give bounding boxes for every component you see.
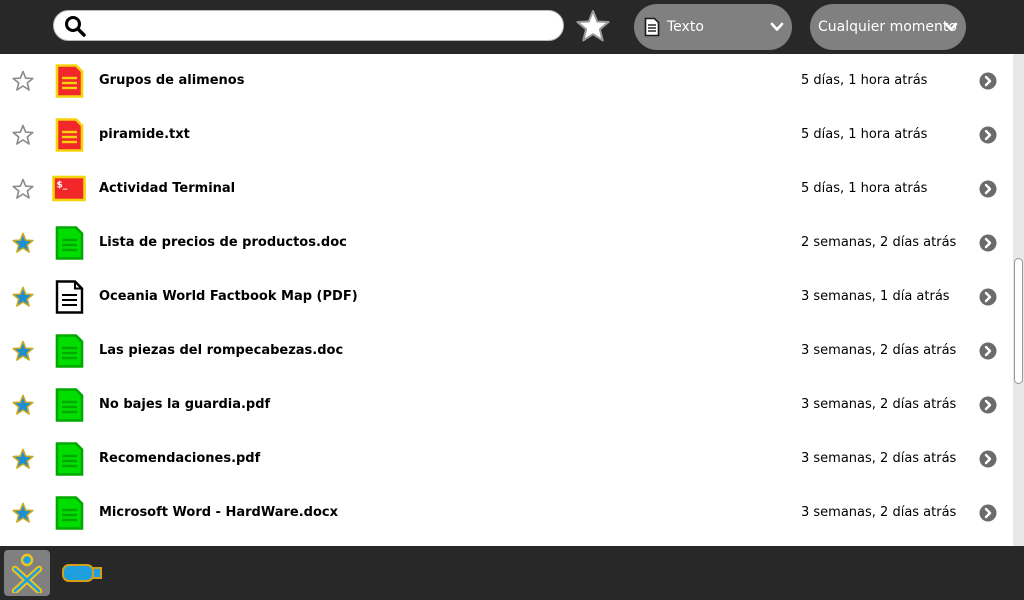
journal-entry-row[interactable]: No bajes la guardia.pdf 3 semanas, 2 días… [0, 378, 1013, 432]
journal-entry-row[interactable]: $_ Actividad Terminal 5 días, 1 hora atrás [0, 162, 1013, 216]
favorite-star-icon[interactable] [12, 502, 34, 524]
journal-entry-row[interactable]: Las piezas del rompecabezas.doc 3 semanas… [0, 324, 1013, 378]
document-outline-icon[interactable] [52, 280, 86, 314]
time-filter-dropdown[interactable]: Cualquier momento [810, 4, 966, 50]
search-icon [65, 16, 86, 37]
entry-date: 5 días, 1 hora atrás [801, 181, 928, 196]
details-arrow-icon[interactable] [979, 72, 997, 90]
xo-icon [11, 553, 43, 593]
details-arrow-icon[interactable] [979, 126, 997, 144]
entry-date: 3 semanas, 2 días atrás [801, 451, 957, 466]
favorite-star-icon[interactable] [12, 70, 34, 92]
favorite-star-icon[interactable] [12, 448, 34, 470]
entry-title[interactable]: Recomendaciones.pdf [99, 450, 260, 468]
entry-title[interactable]: Actividad Terminal [99, 180, 235, 198]
journal-owner-button[interactable] [4, 550, 50, 596]
journal-entry-list: Grupos de alimenos 5 días, 1 hora atrás pi… [0, 54, 1013, 546]
details-arrow-icon[interactable] [979, 504, 997, 522]
text-document-icon[interactable] [52, 496, 86, 530]
entry-date: 3 semanas, 2 días atrás [801, 397, 957, 412]
text-document-icon[interactable] [52, 64, 86, 98]
journal-entry-row[interactable]: Lista de precios de productos.doc 2 seman… [0, 216, 1013, 270]
scrollbar-thumb[interactable] [1014, 258, 1023, 384]
favorite-star-icon[interactable] [12, 178, 34, 200]
favorite-star-icon[interactable] [12, 340, 34, 362]
time-filter-label: Cualquier momento [818, 19, 957, 35]
entry-title[interactable]: Las piezas del rompecabezas.doc [99, 342, 343, 360]
details-arrow-icon[interactable] [979, 288, 997, 306]
text-document-icon[interactable] [52, 388, 86, 422]
chevron-down-icon [944, 22, 958, 31]
search-input[interactable] [92, 14, 552, 36]
favorite-star-icon[interactable] [12, 124, 34, 146]
usb-drive-icon[interactable] [61, 563, 103, 583]
type-filter-dropdown[interactable]: Texto [634, 4, 792, 50]
details-arrow-icon[interactable] [979, 180, 997, 198]
text-document-icon[interactable] [52, 226, 86, 260]
favorite-star-icon[interactable] [12, 394, 34, 416]
entry-title[interactable]: Oceania World Factbook Map (PDF) [99, 288, 358, 306]
entry-title[interactable]: Lista de precios de productos.doc [99, 234, 347, 252]
entry-title[interactable]: No bajes la guardia.pdf [99, 396, 270, 414]
details-arrow-icon[interactable] [979, 342, 997, 360]
journal-entry-row[interactable]: Grupos de alimenos 5 días, 1 hora atrás [0, 54, 1013, 108]
entry-title[interactable]: Grupos de alimenos [99, 72, 244, 90]
favorite-star-icon[interactable] [12, 286, 34, 308]
favorites-filter-star-icon[interactable] [575, 9, 611, 45]
entry-date: 3 semanas, 1 día atrás [801, 289, 950, 304]
entry-date: 5 días, 1 hora atrás [801, 127, 928, 142]
journal-toolbar: Texto Cualquier momento [0, 0, 1024, 54]
details-arrow-icon[interactable] [979, 450, 997, 468]
chevron-down-icon [770, 22, 784, 31]
entry-title[interactable]: piramide.txt [99, 126, 190, 144]
entry-title[interactable]: Microsoft Word - HardWare.docx [99, 504, 338, 522]
text-document-icon[interactable] [52, 334, 86, 368]
type-filter-label: Texto [667, 19, 704, 35]
journal-entry-row[interactable]: Oceania World Factbook Map (PDF) 3 semana… [0, 270, 1013, 324]
document-icon [644, 17, 660, 37]
favorite-star-icon[interactable] [12, 232, 34, 254]
journal-entry-row[interactable]: piramide.txt 5 días, 1 hora atrás [0, 108, 1013, 162]
entry-date: 2 semanas, 2 días atrás [801, 235, 957, 250]
text-document-icon[interactable] [52, 442, 86, 476]
entry-date: 5 días, 1 hora atrás [801, 73, 928, 88]
journal-entry-row[interactable]: Microsoft Word - HardWare.docx 3 semanas,… [0, 486, 1013, 540]
entry-date: 3 semanas, 2 días atrás [801, 343, 957, 358]
details-arrow-icon[interactable] [979, 234, 997, 252]
svg-text:$_: $_ [57, 181, 68, 191]
entry-date: 3 semanas, 2 días atrás [801, 505, 957, 520]
details-arrow-icon[interactable] [979, 396, 997, 414]
text-document-icon[interactable] [52, 118, 86, 152]
bottom-frame [0, 546, 1024, 600]
terminal-icon[interactable]: $_ [52, 172, 86, 206]
search-field[interactable] [53, 10, 564, 41]
journal-entry-row[interactable]: Recomendaciones.pdf 3 semanas, 2 días atr… [0, 432, 1013, 486]
